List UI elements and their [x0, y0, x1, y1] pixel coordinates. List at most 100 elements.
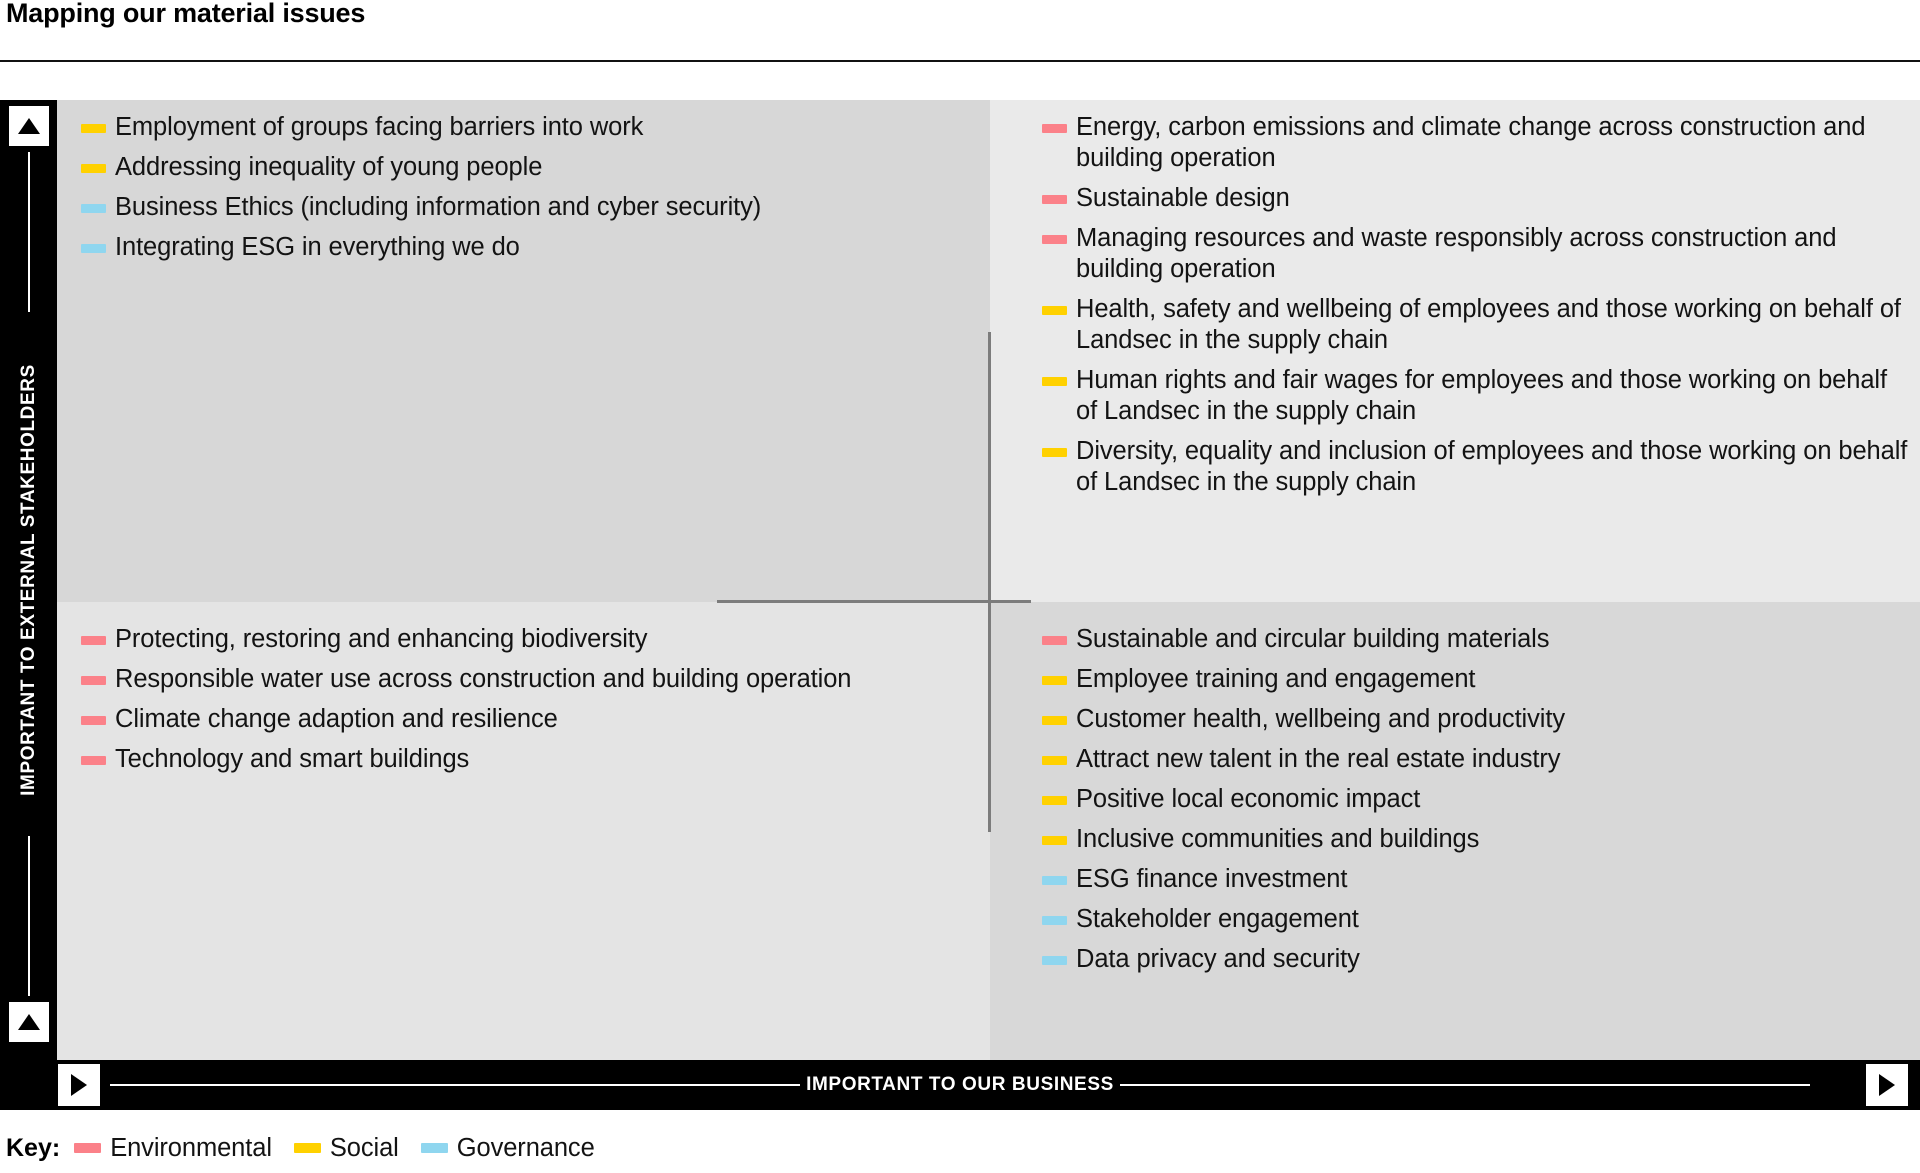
matrix-item: Climate change adaption and resilience [81, 704, 981, 735]
matrix-item: Customer health, wellbeing and productiv… [1042, 704, 1912, 735]
matrix-item: Stakeholder engagement [1042, 904, 1912, 935]
matrix-item-label: Business Ethics (including information a… [115, 193, 762, 221]
matrix-item-label: Diversity, equality and inclusion of emp… [1076, 437, 1908, 496]
matrix-item-label: Inclusive communities and buildings [1076, 825, 1480, 853]
matrix-item-label: Employment of groups facing barriers int… [115, 113, 644, 141]
social-swatch-icon [1042, 676, 1067, 685]
matrix-item: Diversity, equality and inclusion of emp… [1042, 436, 1912, 498]
quadrant-top-right-items: Energy, carbon emissions and climate cha… [1042, 112, 1912, 507]
matrix-item-label: Protecting, restoring and enhancing biod… [115, 625, 648, 653]
matrix-item: Managing resources and waste responsibly… [1042, 223, 1912, 285]
social-swatch-icon [81, 164, 106, 173]
legend-entry-social: Social [293, 1133, 399, 1163]
x-axis-arrow-right [1866, 1064, 1908, 1106]
environmental-swatch-icon [81, 636, 106, 645]
legend-title: Key: [6, 1133, 61, 1162]
quadrant-bottom-left: Protecting, restoring and enhancing biod… [57, 602, 990, 1060]
matrix-item-label: Employee training and engagement [1076, 665, 1476, 693]
matrix-item: Health, safety and wellbeing of employee… [1042, 294, 1912, 356]
triangle-right-icon [1879, 1074, 1895, 1096]
matrix-item: Human rights and fair wages for employee… [1042, 365, 1912, 427]
y-axis-arrow-bottom [9, 1002, 49, 1042]
legend-key: Key: Environmental Social Governance [6, 1128, 617, 1168]
social-swatch-icon [1042, 756, 1067, 765]
page-header: Mapping our material issues [0, 0, 1920, 72]
governance-swatch-icon [1042, 916, 1067, 925]
matrix-item-label: Human rights and fair wages for employee… [1076, 366, 1887, 425]
quadrant-bottom-left-items: Protecting, restoring and enhancing biod… [81, 624, 981, 784]
matrix-item: Sustainable design [1042, 183, 1912, 214]
triangle-right-icon [71, 1074, 87, 1096]
matrix-item: Data privacy and security [1042, 944, 1912, 975]
environmental-swatch-icon [1042, 124, 1067, 133]
matrix-item-label: Sustainable design [1076, 184, 1290, 212]
matrix-item: Energy, carbon emissions and climate cha… [1042, 112, 1912, 174]
quadrant-bottom-right: Sustainable and circular building materi… [990, 602, 1920, 1060]
matrix-item-label: Climate change adaption and resilience [115, 705, 558, 733]
x-axis-arrow-left [58, 1064, 100, 1106]
matrix-item-label: Health, safety and wellbeing of employee… [1076, 295, 1901, 354]
matrix-item-label: Responsible water use across constructio… [115, 665, 852, 693]
matrix-item: Addressing inequality of young people [81, 152, 981, 183]
x-axis-label-text: IMPORTANT TO OUR BUSINESS [806, 1074, 1114, 1095]
environmental-swatch-icon [1042, 636, 1067, 645]
matrix-item-label: Customer health, wellbeing and productiv… [1076, 705, 1565, 733]
materiality-matrix: IMPORTANT TO EXTERNAL STAKEHOLDERS Emplo… [0, 100, 1920, 1060]
environmental-swatch-icon [1042, 195, 1067, 204]
governance-swatch-icon [1042, 956, 1067, 965]
matrix-item: Employee training and engagement [1042, 664, 1912, 695]
environmental-swatch-icon [81, 676, 106, 685]
social-swatch-icon [1042, 796, 1067, 805]
legend-entry-environmental: Environmental [74, 1134, 272, 1163]
matrix-item-label: Technology and smart buildings [115, 745, 470, 773]
legend-entry-governance: Governance [420, 1133, 595, 1163]
environmental-swatch-icon [81, 716, 106, 725]
social-swatch-icon [1042, 716, 1067, 725]
matrix-item-label: Integrating ESG in everything we do [115, 233, 520, 261]
social-swatch-icon [1042, 448, 1067, 457]
matrix-item: Attract new talent in the real estate in… [1042, 744, 1912, 775]
quadrant-top-left-items: Employment of groups facing barriers int… [81, 112, 981, 272]
matrix-item: ESG finance investment [1042, 864, 1912, 895]
matrix-plot-area: Employment of groups facing barriers int… [57, 100, 1920, 1060]
triangle-up-icon [18, 1014, 40, 1030]
environmental-swatch-icon [74, 1143, 102, 1153]
matrix-item: Inclusive communities and buildings [1042, 824, 1912, 855]
matrix-item: Sustainable and circular building materi… [1042, 624, 1912, 655]
matrix-item: Protecting, restoring and enhancing biod… [81, 624, 981, 655]
matrix-item-label: Addressing inequality of young people [115, 153, 543, 181]
matrix-item: Employment of groups facing barriers int… [81, 112, 981, 143]
quadrant-divider-horizontal [717, 600, 1031, 603]
page-title: Mapping our material issues [6, 0, 366, 28]
matrix-item: Integrating ESG in everything we do [81, 232, 981, 263]
legend-entry-label: Social [329, 1133, 399, 1162]
header-divider [0, 60, 1920, 62]
y-axis-label-text: IMPORTANT TO EXTERNAL STAKEHOLDERS [17, 364, 39, 796]
matrix-item-label: ESG finance investment [1076, 865, 1348, 893]
matrix-item-label: Sustainable and circular building materi… [1076, 625, 1550, 653]
legend-entry-label: Governance [456, 1133, 595, 1162]
quadrant-top-right: Energy, carbon emissions and climate cha… [990, 100, 1920, 602]
social-swatch-icon [1042, 306, 1067, 315]
matrix-item-label: Managing resources and waste responsibly… [1076, 224, 1837, 283]
y-axis-rule-bottom [28, 836, 30, 996]
matrix-item: Technology and smart buildings [81, 744, 981, 775]
matrix-item-label: Stakeholder engagement [1076, 905, 1359, 933]
social-swatch-icon [1042, 377, 1067, 386]
governance-swatch-icon [420, 1143, 448, 1153]
governance-swatch-icon [81, 204, 106, 213]
environmental-swatch-icon [81, 756, 106, 765]
social-swatch-icon [293, 1143, 321, 1153]
quadrant-divider-vertical-top [988, 332, 991, 602]
social-swatch-icon [1042, 836, 1067, 845]
x-axis: IMPORTANT TO OUR BUSINESS [0, 1060, 1920, 1110]
matrix-item-label: Data privacy and security [1076, 945, 1360, 973]
governance-swatch-icon [1042, 876, 1067, 885]
legend-entries: Environmental Social Governance [74, 1134, 616, 1163]
matrix-item-label: Attract new talent in the real estate in… [1076, 745, 1561, 773]
social-swatch-icon [81, 124, 106, 133]
governance-swatch-icon [81, 244, 106, 253]
quadrant-top-left: Employment of groups facing barriers int… [57, 100, 990, 602]
y-axis: IMPORTANT TO EXTERNAL STAKEHOLDERS [0, 100, 57, 1060]
matrix-item-label: Positive local economic impact [1076, 785, 1421, 813]
